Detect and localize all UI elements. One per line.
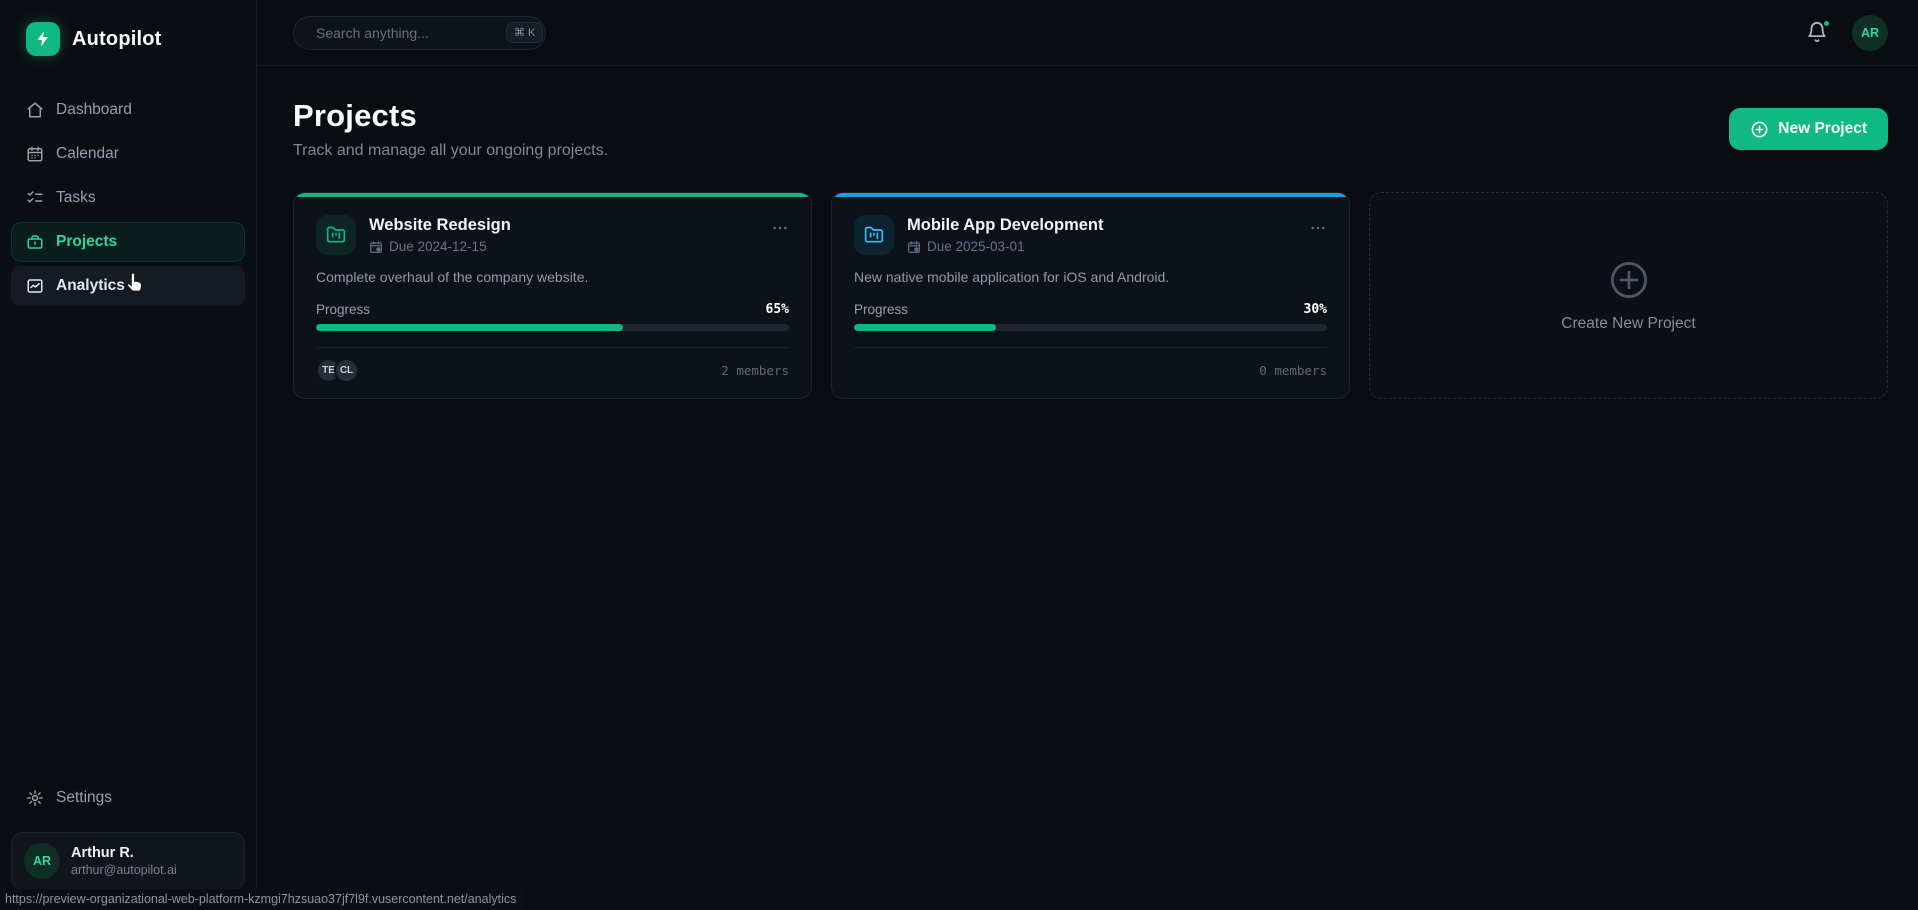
create-new-project-label: Create New Project — [1561, 315, 1695, 333]
calendar-clock-icon — [907, 240, 921, 254]
status-url: https://preview-organizational-web-platf… — [0, 889, 524, 910]
card-body: Mobile App Development Due 2025-03-01 Ne… — [832, 197, 1349, 398]
page-header: Projects Track and manage all your ongoi… — [293, 98, 1888, 160]
ellipsis-icon — [1309, 219, 1327, 237]
card-header: Mobile App Development Due 2025-03-01 — [854, 215, 1327, 255]
sidebar-item-label: Projects — [56, 233, 117, 251]
sidebar-item-dashboard[interactable]: Dashboard — [11, 90, 245, 130]
plus-circle-icon — [1750, 120, 1769, 139]
user-profile-card[interactable]: AR Arthur R. arthur@autopilot.ai — [11, 832, 245, 890]
sidebar-item-analytics[interactable]: Analytics — [11, 266, 245, 306]
card-body: Website Redesign Due 2024-12-15 Complete… — [294, 197, 811, 398]
new-project-label: New Project — [1778, 120, 1867, 138]
progress-label: Progress — [854, 302, 908, 317]
user-identity: Arthur R. arthur@autopilot.ai — [71, 844, 177, 878]
card-footer: 0 members — [854, 347, 1327, 382]
card-title-group: Website Redesign Due 2024-12-15 — [369, 215, 511, 254]
member-avatar: CL — [334, 358, 359, 383]
project-description: Complete overhaul of the company website… — [316, 269, 789, 285]
search-input[interactable] — [316, 25, 497, 41]
sidebar-item-label: Tasks — [56, 189, 96, 207]
user-avatar: AR — [24, 843, 60, 879]
topbar-avatar[interactable]: AR — [1852, 15, 1888, 51]
card-footer: TE CL 2 members — [316, 347, 789, 383]
projects-grid: Website Redesign Due 2024-12-15 Complete… — [293, 192, 1888, 399]
progress-row: Progress 65% — [316, 302, 789, 317]
progress-percentage: 65% — [766, 302, 789, 317]
project-description: New native mobile application for iOS an… — [854, 269, 1327, 285]
main-panel: Projects Track and manage all your ongoi… — [257, 66, 1918, 910]
progress-bar-fill — [854, 324, 996, 331]
sidebar-item-label: Dashboard — [56, 101, 132, 119]
brand-name: Autopilot — [72, 28, 162, 51]
topbar-right: AR — [1806, 15, 1888, 51]
user-email: arthur@autopilot.ai — [71, 862, 177, 878]
card-menu-button[interactable] — [1309, 215, 1327, 242]
gear-icon — [26, 789, 44, 807]
progress-bar-fill — [316, 324, 623, 331]
notifications-button[interactable] — [1806, 21, 1830, 45]
project-title: Website Redesign — [369, 215, 511, 235]
list-checks-icon — [26, 189, 44, 207]
page-subtitle: Track and manage all your ongoing projec… — [293, 142, 608, 160]
card-menu-button[interactable] — [771, 215, 789, 242]
user-name: Arthur R. — [71, 844, 177, 862]
due-date-row: Due 2025-03-01 — [907, 239, 1104, 254]
ellipsis-icon — [771, 219, 789, 237]
project-card-mobile-app-development[interactable]: Mobile App Development Due 2025-03-01 Ne… — [831, 192, 1350, 399]
calendar-clock-icon — [369, 240, 383, 254]
sidebar-item-projects[interactable]: Projects — [11, 222, 245, 262]
card-title-group: Mobile App Development Due 2025-03-01 — [907, 215, 1104, 254]
topbar: ⌘ K AR — [257, 0, 1918, 66]
member-avatars: TE CL — [316, 358, 359, 383]
search-bar[interactable]: ⌘ K — [293, 16, 546, 50]
plus-circle-icon — [1608, 259, 1650, 301]
sidebar-item-label: Calendar — [56, 145, 119, 163]
create-new-project-card[interactable]: Create New Project — [1369, 192, 1888, 399]
lightning-bolt-icon — [26, 22, 60, 56]
folder-kanban-icon — [854, 215, 894, 255]
sidebar: Autopilot Dashboard Calendar Tasks Proje… — [0, 0, 257, 910]
search-shortcut-badge: ⌘ K — [506, 22, 543, 43]
sidebar-item-label: Settings — [56, 789, 112, 807]
progress-label: Progress — [316, 302, 370, 317]
progress-percentage: 30% — [1304, 302, 1327, 317]
sidebar-item-calendar[interactable]: Calendar — [11, 134, 245, 174]
app-root: Autopilot Dashboard Calendar Tasks Proje… — [0, 0, 1918, 910]
progress-bar-track — [316, 324, 789, 331]
notification-dot — [1822, 19, 1831, 28]
sidebar-item-label: Analytics — [56, 277, 125, 295]
briefcase-icon — [26, 233, 44, 251]
calendar-icon — [26, 145, 44, 163]
progress-row: Progress 30% — [854, 302, 1327, 317]
due-date-row: Due 2024-12-15 — [369, 239, 511, 254]
page-title-group: Projects Track and manage all your ongoi… — [293, 98, 608, 160]
project-card-website-redesign[interactable]: Website Redesign Due 2024-12-15 Complete… — [293, 192, 812, 399]
sidebar-nav: Dashboard Calendar Tasks Projects Analyt… — [11, 90, 245, 306]
members-count: 2 members — [721, 363, 789, 378]
folder-kanban-icon — [316, 215, 356, 255]
sidebar-spacer — [11, 306, 245, 778]
card-header: Website Redesign Due 2024-12-15 — [316, 215, 789, 255]
home-icon — [26, 101, 44, 119]
page-title: Projects — [293, 98, 608, 134]
sidebar-item-settings[interactable]: Settings — [11, 778, 245, 818]
due-date: Due 2025-03-01 — [927, 239, 1025, 254]
chart-line-icon — [26, 277, 44, 295]
progress-bar-track — [854, 324, 1327, 331]
due-date: Due 2024-12-15 — [389, 239, 487, 254]
brand: Autopilot — [11, 22, 245, 56]
members-count: 0 members — [1259, 363, 1327, 378]
sidebar-item-tasks[interactable]: Tasks — [11, 178, 245, 218]
content-area: ⌘ K AR Projects Track and manage all you… — [257, 0, 1918, 910]
project-title: Mobile App Development — [907, 215, 1104, 235]
new-project-button[interactable]: New Project — [1729, 108, 1888, 150]
